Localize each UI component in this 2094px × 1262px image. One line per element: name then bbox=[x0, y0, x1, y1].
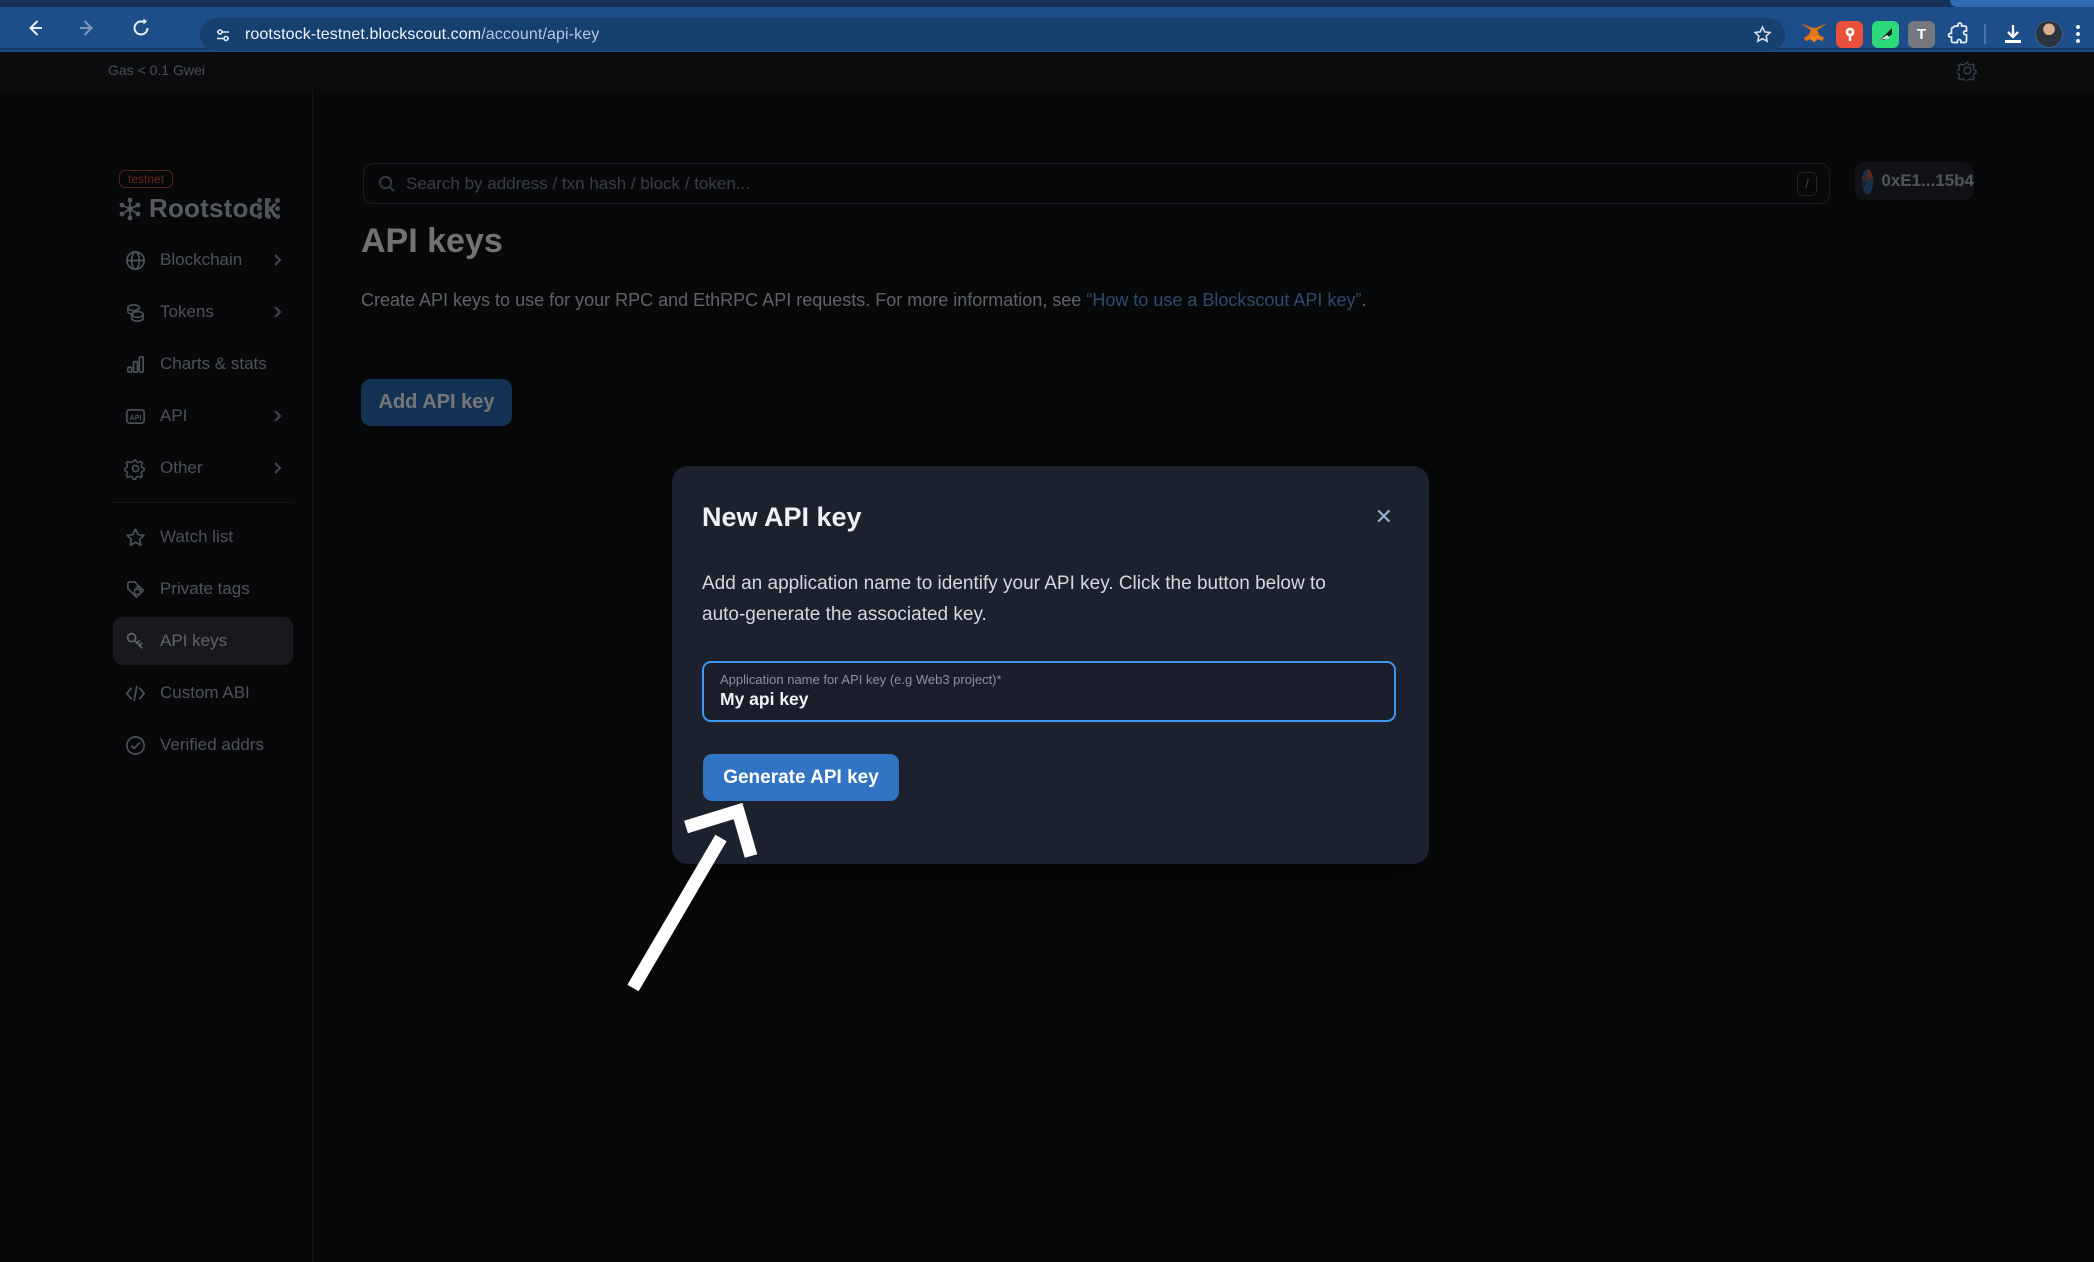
tabstrip-highlight bbox=[1950, 0, 2094, 7]
green-extension-icon[interactable] bbox=[1872, 21, 1899, 48]
back-arrow-icon bbox=[25, 18, 45, 38]
application-name-input[interactable] bbox=[720, 689, 1370, 710]
reload-icon bbox=[131, 18, 151, 38]
generate-api-key-button[interactable]: Generate API key bbox=[703, 754, 899, 801]
browser-tabstrip bbox=[0, 0, 2094, 7]
blockscout-app: Gas < 0.1 Gwei testnet Rootstock Blockch… bbox=[0, 52, 2094, 1262]
browser-profile-avatar[interactable] bbox=[2035, 20, 2063, 48]
browser-reload-button[interactable] bbox=[124, 11, 158, 45]
url-domain: rootstock-testnet.blockscout.com bbox=[245, 26, 481, 43]
browser-toolbar: rootstock-testnet.blockscout.com/account… bbox=[0, 7, 2094, 50]
browser-forward-button[interactable] bbox=[70, 11, 104, 45]
extensions-puzzle-icon[interactable] bbox=[1944, 21, 1971, 48]
browser-menu-icon[interactable] bbox=[2076, 25, 2080, 43]
t-extension-icon[interactable]: T bbox=[1908, 21, 1935, 48]
red-extension-icon[interactable] bbox=[1836, 21, 1863, 48]
browser-url-bar[interactable]: rootstock-testnet.blockscout.com/account… bbox=[200, 18, 1785, 51]
toolbar-separator bbox=[1984, 24, 1986, 44]
downloads-icon[interactable] bbox=[1999, 21, 2026, 48]
metamask-extension-icon[interactable] bbox=[1800, 21, 1827, 48]
url-path: /account/api-key bbox=[481, 26, 599, 43]
browser-extensions: T bbox=[1800, 16, 2086, 52]
site-settings-icon[interactable] bbox=[214, 26, 232, 44]
application-name-field[interactable]: Application name for API key (e.g Web3 p… bbox=[702, 661, 1396, 722]
new-api-key-modal: New API key ✕ Add an application name to… bbox=[672, 466, 1429, 864]
modal-description: Add an application name to identify your… bbox=[702, 568, 1350, 630]
browser-back-button[interactable] bbox=[18, 11, 52, 45]
forward-arrow-icon bbox=[77, 18, 97, 38]
bookmark-star-icon[interactable] bbox=[1752, 24, 1773, 45]
close-icon[interactable]: ✕ bbox=[1375, 506, 1393, 528]
browser-chrome: rootstock-testnet.blockscout.com/account… bbox=[0, 0, 2094, 52]
url-text[interactable]: rootstock-testnet.blockscout.com/account… bbox=[245, 26, 599, 44]
application-name-label: Application name for API key (e.g Web3 p… bbox=[720, 672, 1002, 687]
t-extension-label: T bbox=[1917, 26, 1926, 43]
modal-title: New API key bbox=[702, 502, 862, 533]
